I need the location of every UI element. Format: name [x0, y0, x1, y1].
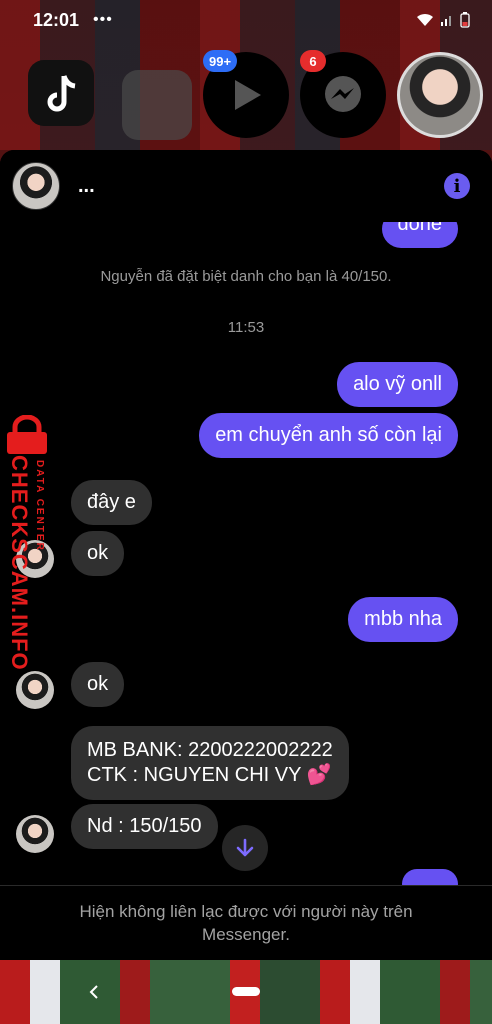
message-bubble-sent[interactable]: em chuyển anh số còn lại: [199, 413, 458, 458]
arrow-down-icon: [236, 838, 254, 857]
message-timestamp: 11:53: [227, 319, 265, 336]
unavailable-notice: Hiện không liên lạc được với người này t…: [0, 885, 492, 960]
hearts-emoji: 💕: [306, 764, 332, 786]
message-bubble-received[interactable]: ok: [71, 662, 125, 707]
watermark-sub: DATA CENTER: [34, 460, 45, 552]
scroll-to-bottom-button[interactable]: [222, 825, 268, 871]
sender-avatar: [16, 815, 54, 853]
notice-line-1: Hiện không liên lạc được với người này t…: [79, 902, 413, 921]
status-overflow: •••: [93, 11, 113, 28]
message-bubble-received[interactable]: ok: [71, 531, 125, 576]
bank-line: MB BANK: 2200222002222: [87, 739, 333, 761]
chat-heads-bar: 99+ 6: [0, 50, 492, 142]
play-icon: [235, 80, 261, 110]
video-badge: 99+: [203, 50, 238, 72]
messenger-icon: [325, 76, 361, 112]
message-list[interactable]: done Nguyễn đã đặt biệt danh cho bạn là …: [0, 205, 492, 899]
account-holder-line: CTK : NGUYEN CHI VY: [87, 764, 302, 786]
checkscam-watermark: CHECKSCAM.INFO DATA CENTER: [2, 415, 54, 671]
message-bubble-received[interactable]: Nd : 150/150: [71, 804, 218, 849]
back-chevron-icon[interactable]: [88, 984, 100, 1000]
lock-icon: [7, 415, 47, 454]
video-chat-head[interactable]: 99+: [203, 50, 289, 138]
wifi-icon: [417, 13, 433, 26]
signal-icon: [441, 16, 451, 26]
contact-chat-head[interactable]: [397, 52, 483, 138]
chat-header: ... i: [0, 150, 492, 222]
battery-icon: [460, 12, 470, 28]
nickname-notice: Nguyễn đã đặt biệt danh cho bạn là 40/15…: [100, 268, 392, 285]
message-bubble-sent[interactable]: alo vỹ onll: [337, 362, 458, 407]
status-icons: [416, 12, 470, 28]
watermark-brand: CHECKSCAM.INFO: [7, 455, 32, 671]
chat-panel: ... i done Nguyễn đã đặt biệt danh cho b…: [0, 150, 492, 960]
home-gesture-pill[interactable]: [232, 987, 260, 996]
status-bar: 12:01 •••: [0, 0, 492, 40]
info-icon[interactable]: i: [444, 173, 470, 199]
sender-avatar: [16, 671, 54, 709]
tiktok-icon[interactable]: [28, 60, 94, 126]
status-time: 12:01: [33, 9, 80, 30]
app-folder-icon[interactable]: [122, 70, 192, 140]
messenger-badge: 6: [300, 50, 326, 72]
contact-name[interactable]: ...: [78, 175, 95, 198]
messenger-chat-head[interactable]: 6: [300, 50, 386, 138]
bank-info-message[interactable]: MB BANK: 2200222002222 CTK : NGUYEN CHI …: [71, 726, 349, 800]
message-bubble-received[interactable]: đây e: [71, 480, 152, 525]
notice-line-2: Messenger.: [202, 925, 290, 944]
avatar[interactable]: [12, 162, 60, 210]
message-bubble-sent[interactable]: mbb nha: [348, 597, 458, 642]
